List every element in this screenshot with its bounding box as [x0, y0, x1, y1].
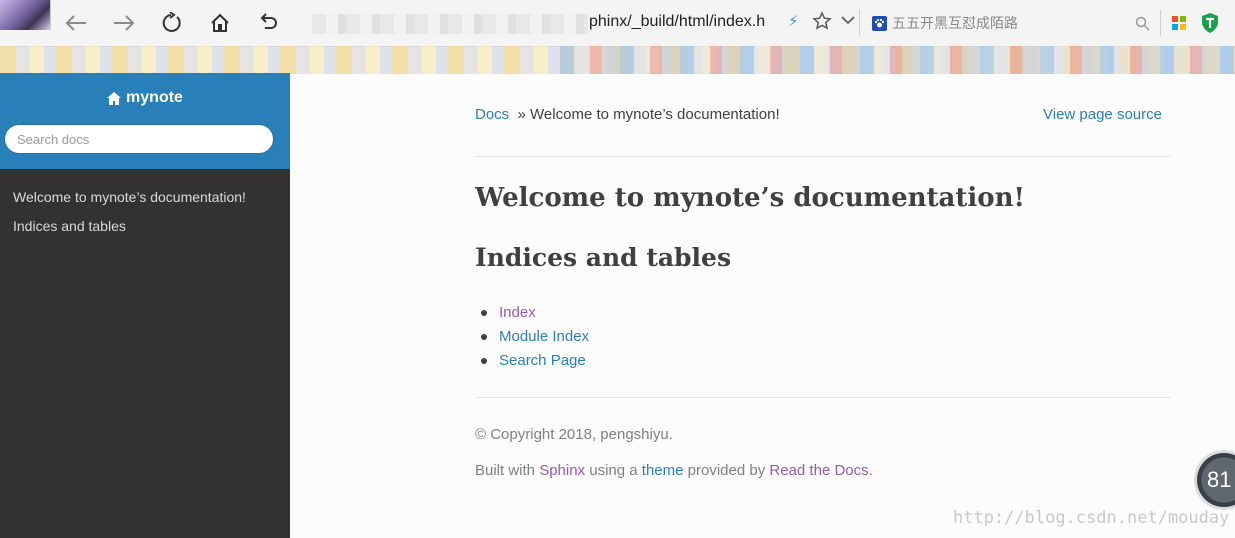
- back-button[interactable]: [61, 8, 91, 38]
- user-avatar[interactable]: [0, 0, 51, 30]
- content-divider: [475, 156, 1170, 157]
- forward-button[interactable]: [109, 8, 139, 38]
- reload-button[interactable]: [157, 8, 187, 38]
- watermark-text: http://blog.csdn.net/mouday: [953, 508, 1230, 528]
- floating-score-badge[interactable]: 81: [1194, 450, 1235, 510]
- breadcrumb-current: Welcome to mynote’s documentation!: [530, 106, 780, 123]
- undo-icon: [260, 13, 277, 29]
- forward-arrow-icon: [114, 15, 135, 31]
- search-page-link[interactable]: Search Page: [499, 352, 586, 369]
- footer-period: .: [868, 462, 873, 479]
- sphinx-link[interactable]: Sphinx: [539, 462, 585, 479]
- search-docs-input[interactable]: [4, 124, 274, 154]
- address-bar-url[interactable]: phinx/_build/html/index.h: [589, 13, 765, 31]
- bolt-icon[interactable]: ⚡: [788, 12, 799, 30]
- list-bullet: [481, 358, 487, 364]
- browser-search-box[interactable]: 五五开黑互怼成陌路: [868, 10, 1158, 36]
- breadcrumb: Docs » Welcome to mynote’s documentation…: [475, 106, 780, 123]
- read-the-docs-link[interactable]: Read the Docs: [769, 462, 868, 479]
- breadcrumb-docs-link[interactable]: Docs: [475, 106, 509, 123]
- browser-toolbar: phinx/_build/html/index.h ⚡ 五五开黑互怼成陌路: [0, 0, 1235, 47]
- section-heading: Indices and tables: [475, 243, 732, 272]
- list-bullet: [481, 334, 487, 340]
- sidebar-item-welcome[interactable]: Welcome to mynote’s documentation!: [13, 189, 246, 205]
- address-dropdown-button[interactable]: [840, 12, 856, 33]
- badge-value: 81: [1207, 467, 1232, 492]
- toolbar-divider: [859, 10, 860, 36]
- search-icon[interactable]: [1135, 16, 1150, 31]
- brand-home-link[interactable]: mynote: [0, 89, 290, 107]
- address-bar-blurred[interactable]: [312, 14, 588, 34]
- home-button[interactable]: [205, 8, 235, 38]
- undo-close-tab-button[interactable]: [253, 8, 283, 38]
- chevron-down-icon: [841, 16, 855, 25]
- sidebar-item-indices[interactable]: Indices and tables: [13, 218, 126, 234]
- brand-name: mynote: [126, 89, 183, 106]
- bookmark-star-button[interactable]: [812, 11, 832, 36]
- page-title: Welcome to mynote’s documentation!: [475, 183, 1025, 213]
- windows-logo-icon[interactable]: [1172, 16, 1186, 35]
- list-bullet: [481, 310, 487, 316]
- sidebar-menu: Welcome to mynote’s documentation! Indic…: [0, 169, 290, 538]
- security-shield-icon[interactable]: [1200, 12, 1220, 39]
- built-with-text: Built with Sphinx using a theme provided…: [475, 462, 873, 479]
- provided-by-text: provided by: [687, 462, 766, 479]
- baidu-paw-icon: [872, 15, 887, 31]
- using-a-text: using a: [589, 462, 638, 479]
- footer-divider: [475, 397, 1170, 398]
- copyright-text: © Copyright 2018, pengshiyu.: [475, 426, 673, 443]
- index-link[interactable]: Index: [499, 304, 536, 321]
- view-page-source-link[interactable]: View page source: [1043, 106, 1162, 123]
- theme-link[interactable]: theme: [642, 462, 684, 479]
- built-with-prefix: Built with: [475, 462, 536, 479]
- sidebar-header: mynote: [0, 73, 290, 169]
- back-arrow-icon: [65, 15, 86, 31]
- home-icon: [211, 13, 229, 32]
- module-index-link[interactable]: Module Index: [499, 328, 589, 345]
- toolbar-divider: [1160, 10, 1161, 36]
- search-suggestion-text[interactable]: 五五开黑互怼成陌路: [892, 13, 1135, 33]
- home-icon: [107, 91, 122, 105]
- star-icon: [812, 11, 832, 30]
- bookmarks-bar-blurred[interactable]: [0, 46, 1235, 74]
- reload-icon: [162, 12, 181, 32]
- breadcrumb-separator: »: [517, 106, 526, 123]
